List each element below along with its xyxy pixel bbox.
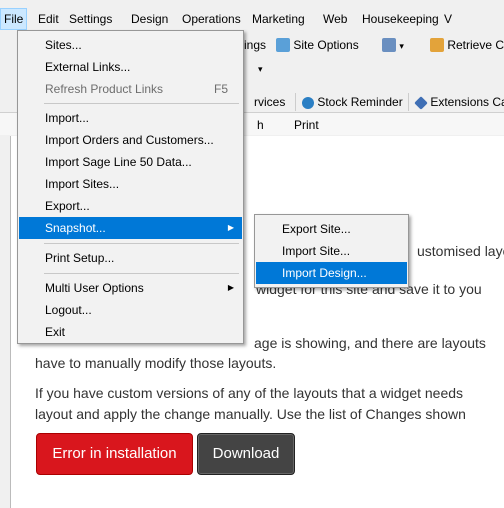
menu-item-import-design[interactable]: Import Design... — [256, 262, 407, 284]
menu-item-snapshot[interactable]: Snapshot... ▶ — [19, 217, 242, 239]
menu-item-import-sites[interactable]: Import Sites... — [19, 173, 242, 195]
shortcut-label: F5 — [213, 82, 228, 96]
menu-separator — [44, 273, 239, 274]
menu-edit[interactable]: Edit — [38, 12, 59, 26]
chevron-right-icon: ▶ — [227, 283, 234, 292]
chevron-right-icon: ▶ — [227, 223, 234, 232]
menu-marketing[interactable]: Marketing — [252, 12, 305, 26]
tab-extensions-label: Extensions Ca — [430, 95, 504, 109]
tab-extensions[interactable]: Extensions Ca — [408, 93, 504, 111]
menu-item-external-links[interactable]: External Links... — [19, 56, 242, 78]
menu-design[interactable]: Design — [131, 12, 168, 26]
content-text-4a: If you have custom versions of any of th… — [35, 385, 464, 401]
menu-item-export-site[interactable]: Export Site... — [256, 218, 407, 240]
menu-separator — [44, 103, 239, 104]
content-text-3b: have to manually modify those layouts. — [35, 355, 277, 371]
menu-item-multi-user-options[interactable]: Multi User Options ▶ — [19, 277, 242, 299]
menu-web[interactable]: Web — [323, 12, 347, 26]
tab-stock-reminder[interactable]: Stock Reminder — [295, 93, 403, 111]
menu-item-logout[interactable]: Logout... — [19, 299, 242, 321]
menu-item-exit[interactable]: Exit — [19, 321, 242, 343]
menu-file[interactable]: File — [0, 8, 28, 30]
menu-view[interactable]: V — [444, 12, 452, 26]
menu-settings[interactable]: Settings — [69, 12, 112, 26]
menu-bar: File Edit Settings Design Operations Mar… — [0, 0, 504, 30]
tab-services[interactable]: rvices — [248, 93, 285, 111]
stock-reminder-icon — [302, 97, 314, 109]
error-in-installation-button[interactable]: Error in installation — [36, 433, 193, 475]
menu-item-sites[interactable]: Sites... — [19, 34, 242, 56]
toolbar-settings-fragment[interactable]: ings — [244, 38, 266, 52]
download-button[interactable]: Download — [197, 433, 295, 475]
menu-separator — [44, 243, 239, 244]
retrieve-icon — [430, 38, 444, 52]
subbar-fragment[interactable]: h — [257, 118, 264, 132]
menu-operations[interactable]: Operations — [182, 12, 241, 26]
chevron-down-icon[interactable]: ▾ — [258, 64, 263, 75]
menu-item-import[interactable]: Import... — [19, 107, 242, 129]
site-options-icon — [276, 38, 290, 52]
tab-stock-reminder-label: Stock Reminder — [317, 95, 403, 109]
toolbar-dropdown-button[interactable]: ▾ — [382, 38, 404, 52]
file-menu: Sites... External Links... Refresh Produ… — [17, 30, 244, 344]
site-options-button[interactable]: Site Options — [276, 38, 359, 52]
content-text-3a: age is showing, and there are layouts — [254, 335, 486, 351]
menu-housekeeping[interactable]: Housekeeping — [362, 12, 439, 26]
toolbar-icon — [382, 38, 396, 52]
site-options-label: Site Options — [293, 38, 359, 52]
menu-item-print-setup[interactable]: Print Setup... — [19, 247, 242, 269]
chevron-down-icon: ▾ — [399, 41, 404, 51]
print-button[interactable]: Print — [294, 118, 319, 132]
menu-item-import-orders[interactable]: Import Orders and Customers... — [19, 129, 242, 151]
snapshot-submenu: Export Site... Import Site... Import Des… — [254, 214, 409, 288]
menu-item-export[interactable]: Export... — [19, 195, 242, 217]
menu-item-import-sage[interactable]: Import Sage Line 50 Data... — [19, 151, 242, 173]
content-text-1: ustomised layo — [417, 243, 504, 259]
menu-item-refresh-product-links[interactable]: Refresh Product Links F5 — [19, 78, 242, 100]
retrieve-label: Retrieve C — [447, 38, 504, 52]
menu-item-import-site[interactable]: Import Site... — [256, 240, 407, 262]
extensions-icon — [414, 96, 428, 110]
retrieve-button[interactable]: Retrieve C — [430, 38, 504, 52]
content-text-4b: layout and apply the change manually. Us… — [35, 406, 466, 422]
